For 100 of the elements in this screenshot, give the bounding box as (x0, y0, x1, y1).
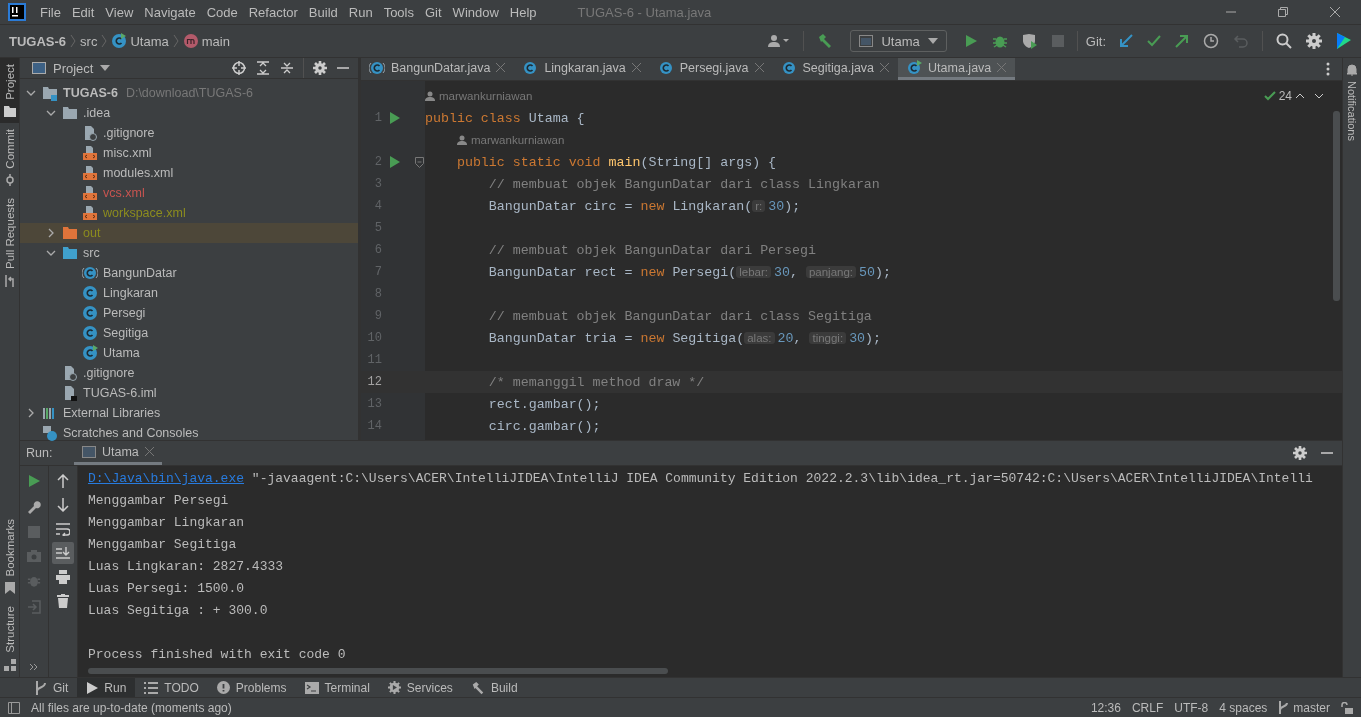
restore-icon[interactable] (1277, 6, 1289, 18)
git-branch-widget[interactable]: master (1278, 700, 1330, 715)
tree-item[interactable]: Lingkaran (20, 283, 358, 303)
tree-item[interactable]: TUGAS-6.iml (20, 383, 358, 403)
close-icon[interactable] (880, 63, 890, 72)
user-icon[interactable] (768, 33, 791, 49)
project-view-selector[interactable]: Project (32, 60, 111, 76)
tool-window-tab[interactable]: Commit (0, 122, 19, 193)
close-icon[interactable] (144, 447, 154, 456)
lock-icon[interactable] (1341, 701, 1353, 714)
search-icon[interactable] (1276, 33, 1292, 49)
layout-icon[interactable] (8, 701, 20, 714)
more-icon[interactable] (29, 663, 39, 671)
tree-item[interactable]: Utama (20, 343, 358, 363)
tree-item[interactable]: .gitignore (20, 363, 358, 383)
fold-icon[interactable] (415, 156, 424, 168)
chevron-icon[interactable] (46, 228, 56, 238)
tree-item[interactable]: Scratches and Consoles (20, 423, 358, 443)
editor-tab[interactable]: BangunDatar.java (361, 58, 515, 80)
editor-tab[interactable]: Utama.java (898, 58, 1016, 80)
tool-window-button[interactable]: Services (378, 678, 462, 697)
shield-icon[interactable] (1021, 33, 1038, 49)
scroll-to-end-icon[interactable] (52, 542, 74, 564)
menu-item[interactable]: Git (425, 4, 442, 20)
tool-window-tab[interactable]: Pull Requests (0, 192, 19, 294)
tool-window-button[interactable]: Git (26, 678, 78, 697)
run-icon[interactable] (27, 474, 41, 488)
menu-item[interactable]: Build (308, 4, 338, 20)
chevron-icon[interactable] (26, 408, 36, 418)
trash-icon[interactable] (57, 594, 69, 608)
menu-item[interactable]: Window (452, 4, 499, 20)
tool-window-button[interactable]: Terminal (295, 678, 379, 697)
tree-item[interactable]: misc.xml (20, 143, 358, 163)
menu-item[interactable]: Tools (383, 4, 414, 20)
printer-icon[interactable] (56, 570, 70, 584)
locate-icon[interactable] (232, 61, 246, 75)
tree-item[interactable]: .idea (20, 103, 358, 123)
tree-item[interactable]: workspace.xml (20, 203, 358, 223)
tool-window-button[interactable]: TODO (135, 678, 208, 697)
more-icon[interactable] (1326, 62, 1330, 76)
tool-window-button[interactable]: Build (461, 678, 527, 697)
run-icon[interactable] (390, 112, 400, 124)
breadcrumb-item[interactable]: Utama (111, 33, 169, 49)
tool-window-button[interactable]: Run (77, 678, 136, 697)
console-link[interactable]: D:\Java\bin\java.exe (88, 471, 245, 486)
collapse-all-icon[interactable] (280, 61, 294, 75)
tree-item[interactable]: modules.xml (20, 163, 358, 183)
tree-item[interactable]: External Libraries (20, 403, 358, 423)
settings-icon[interactable] (1306, 33, 1322, 49)
scrollbar-thumb[interactable] (88, 668, 668, 674)
editor-tab[interactable]: Segitiga.java (772, 58, 899, 80)
close-icon[interactable] (1329, 6, 1341, 18)
soft-wrap-icon[interactable] (56, 522, 70, 536)
editor-tab[interactable]: Persegi.java (649, 58, 773, 80)
status-item[interactable]: CRLF (1131, 700, 1164, 715)
clock-icon[interactable] (1203, 33, 1219, 49)
menu-item[interactable]: Navigate (144, 4, 196, 20)
breadcrumb-item[interactable]: main (182, 33, 230, 49)
chevron-icon[interactable] (26, 88, 36, 98)
plugin-logo-icon[interactable] (1336, 32, 1352, 50)
breadcrumb-item[interactable]: src (80, 33, 98, 49)
tree-item[interactable]: Persegi (20, 303, 358, 323)
chevron-icon[interactable] (46, 248, 56, 258)
editor-tab[interactable]: Lingkaran.java (514, 58, 650, 80)
expand-all-icon[interactable] (256, 61, 270, 75)
chevron-icon[interactable] (46, 108, 56, 118)
hammer-icon[interactable] (817, 33, 834, 49)
menu-item[interactable]: Refactor (248, 4, 298, 20)
menu-item[interactable]: Code (206, 4, 238, 20)
run-configuration-dropdown[interactable]: Utama (850, 30, 947, 52)
wrench-icon[interactable] (27, 500, 41, 514)
menu-item[interactable]: Edit (71, 4, 95, 20)
checkmark-icon[interactable] (1147, 34, 1161, 48)
tree-item[interactable]: Segitiga (20, 323, 358, 343)
menu-item[interactable]: View (105, 4, 134, 20)
tool-window-tab[interactable]: Bookmarks (0, 512, 19, 601)
run-icon[interactable] (390, 156, 400, 168)
tree-item[interactable]: src (20, 243, 358, 263)
inspection-widget[interactable]: 24 (1263, 89, 1324, 103)
tree-item[interactable]: TUGAS-6 D:\download\TUGAS-6 (20, 83, 358, 103)
tool-window-tab[interactable]: Notifications (1343, 58, 1361, 147)
menu-item[interactable]: File (40, 4, 61, 20)
down-arrow-icon[interactable] (57, 498, 69, 512)
status-item[interactable]: 4 spaces (1219, 700, 1268, 715)
menu-item[interactable]: Run (348, 4, 373, 20)
settings-icon[interactable] (313, 61, 327, 75)
menu-item[interactable]: Help (509, 4, 537, 20)
close-icon[interactable] (754, 63, 764, 72)
tool-window-tab[interactable]: Project (0, 58, 19, 123)
tool-window-button[interactable]: Problems (207, 678, 296, 697)
status-item[interactable]: 12:36 (1090, 700, 1121, 715)
status-item[interactable]: UTF-8 (1174, 700, 1209, 715)
arrow-icon[interactable] (1119, 34, 1133, 48)
close-icon[interactable] (496, 63, 506, 72)
arrow-icon[interactable] (1175, 34, 1189, 48)
scrollbar-thumb[interactable] (1333, 111, 1340, 301)
tool-window-tab[interactable]: Structure (0, 600, 19, 677)
tree-item[interactable]: BangunDatar (20, 263, 358, 283)
up-arrow-icon[interactable] (57, 474, 69, 488)
run-icon[interactable] (963, 34, 978, 48)
